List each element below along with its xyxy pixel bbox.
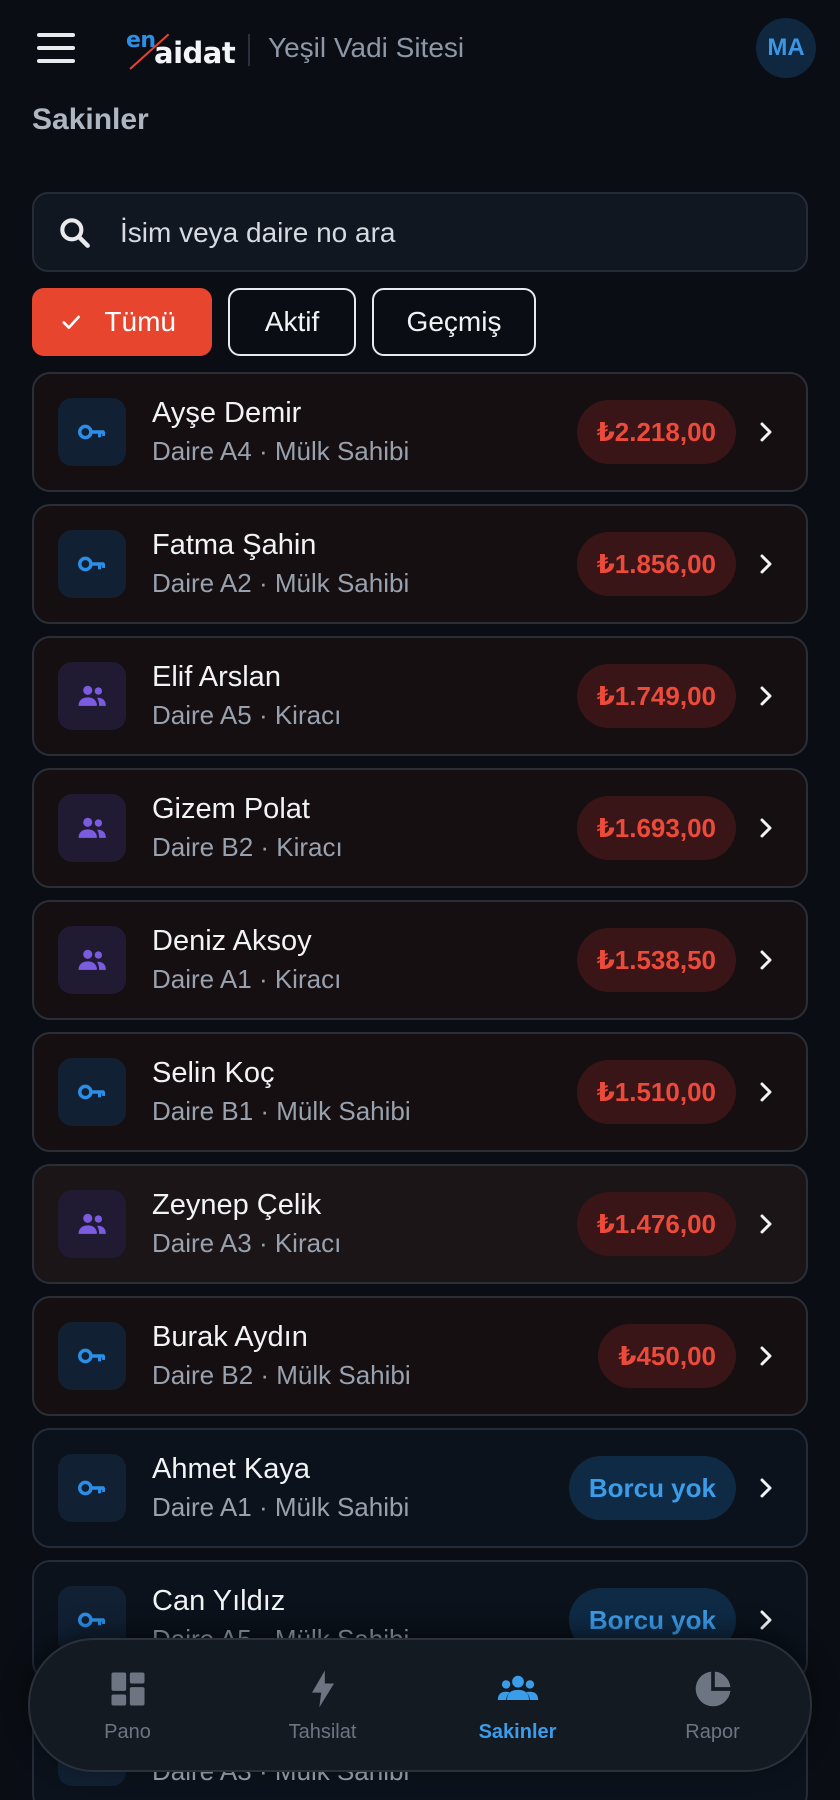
- bolt-icon: [311, 1670, 334, 1707]
- chevron-right-icon: [760, 818, 772, 838]
- resident-name: Zeynep Çelik: [152, 1189, 322, 1221]
- resident-row[interactable]: Selin Koç Daire B1 · Mülk Sahibi ₺1.510,00: [32, 1032, 808, 1152]
- resident-detail: Daire A5 · Kiracı: [152, 700, 342, 730]
- resident-row[interactable]: Fatma Şahin Daire A2 · Mülk Sahibi ₺1.856,…: [32, 504, 808, 624]
- nav-item-rapor[interactable]: Rapor: [623, 1667, 803, 1744]
- chevron-right-icon: [760, 1346, 772, 1366]
- check-icon: [62, 315, 80, 329]
- resident-row[interactable]: Burak Aydın Daire B2 · Mülk Sahibi ₺450,00: [32, 1296, 808, 1416]
- nav-item-tahsilat[interactable]: Tahsilat: [233, 1667, 413, 1744]
- people-icon: [78, 685, 106, 706]
- resident-row[interactable]: Gizem Polat Daire B2 · Kiracı ₺1.693,00: [32, 768, 808, 888]
- filter-active-label: Aktif: [264, 306, 320, 337]
- resident-name: Elif Arslan: [152, 661, 281, 693]
- tenant-badge: [58, 794, 126, 862]
- resident-detail: Daire A1 · Kiracı: [152, 964, 342, 994]
- filter-past-chip[interactable]: Geçmiş: [372, 288, 536, 356]
- resident-name: Burak Aydın: [152, 1321, 308, 1353]
- balance-badge: ₺1.856,00: [576, 532, 736, 596]
- people-icon: [78, 949, 106, 970]
- resident-name: Selin Koç: [152, 1057, 275, 1089]
- resident-row[interactable]: Ayşe Demir Daire A4 · Mülk Sahibi ₺2.218,0…: [32, 372, 808, 492]
- resident-detail: Daire A3 · Kiracı: [152, 1228, 342, 1258]
- bottom-nav: Pano Tahsilat Sakinler Rapor: [28, 1638, 812, 1772]
- balance-badge: Borcu yok: [568, 1456, 736, 1520]
- menu-icon[interactable]: [37, 33, 75, 63]
- key-icon: [78, 1612, 106, 1628]
- site-name[interactable]: Yeşil Vadi Sitesi: [268, 32, 464, 64]
- resident-detail: Daire B2 · Mülk Sahibi: [152, 1360, 411, 1390]
- chevron-right-icon: [760, 686, 772, 706]
- nav-label-rapor: Rapor: [685, 1720, 740, 1743]
- resident-row[interactable]: Ahmet Kaya Daire A1 · Mülk Sahibi Borcu yo…: [32, 1428, 808, 1548]
- resident-name: Ahmet Kaya: [152, 1453, 310, 1485]
- avatar[interactable]: MA: [756, 18, 816, 78]
- owner-badge: [58, 530, 126, 598]
- balance-badge: ₺1.476,00: [576, 1192, 736, 1256]
- resident-row[interactable]: Elif Arslan Daire A5 · Kiracı ₺1.749,00: [32, 636, 808, 756]
- search-input[interactable]: [120, 206, 780, 260]
- nav-item-pano[interactable]: Pano: [38, 1667, 218, 1744]
- nav-label-tahsilat: Tahsilat: [288, 1720, 357, 1743]
- app-logo: en aidat: [126, 28, 236, 70]
- page-title: Sakinler: [32, 103, 149, 136]
- chevron-right-icon: [760, 1478, 772, 1498]
- resident-detail: Daire A4 · Mülk Sahibi: [152, 436, 410, 466]
- resident-detail: Daire B1 · Mülk Sahibi: [152, 1096, 411, 1126]
- resident-detail: Daire A2 · Mülk Sahibi: [152, 568, 410, 598]
- filter-chips: Tümü Aktif Geçmiş: [32, 288, 536, 356]
- chevron-right-icon: [760, 554, 772, 574]
- balance-badge: ₺1.538,50: [576, 928, 736, 992]
- people-icon: [78, 817, 106, 838]
- key-icon: [78, 424, 106, 440]
- balance-badge: ₺450,00: [598, 1324, 736, 1388]
- chevron-right-icon: [760, 1082, 772, 1102]
- app-header: en aidat Yeşil Vadi Sitesi MA: [0, 0, 840, 100]
- balance-badge: ₺1.693,00: [576, 796, 736, 860]
- filter-active-chip[interactable]: Aktif: [228, 288, 356, 356]
- filter-all-label: Tümü: [104, 306, 176, 337]
- key-icon: [78, 1348, 106, 1364]
- search-icon: [60, 218, 90, 248]
- owner-badge: [58, 398, 126, 466]
- resident-name: Deniz Aksoy: [152, 925, 312, 957]
- tenant-badge: [58, 662, 126, 730]
- pie-chart-icon: [695, 1671, 730, 1706]
- chevron-right-icon: [760, 1610, 772, 1630]
- chevron-right-icon: [760, 1214, 772, 1234]
- resident-row[interactable]: Zeynep Çelik Daire A3 · Kiracı ₺1.476,00: [32, 1164, 808, 1284]
- key-icon: [78, 556, 106, 572]
- resident-name: Fatma Şahin: [152, 529, 317, 561]
- resident-detail: Daire A1 · Mülk Sahibi: [152, 1492, 410, 1522]
- resident-row[interactable]: Deniz Aksoy Daire A1 · Kiracı ₺1.538,50: [32, 900, 808, 1020]
- search-box[interactable]: [32, 192, 808, 272]
- resident-detail: Daire B2 · Kiracı: [152, 832, 343, 862]
- header-divider: [248, 34, 250, 66]
- owner-badge: [58, 1058, 126, 1126]
- people-icon: [78, 1213, 106, 1234]
- tenant-badge: [58, 926, 126, 994]
- filter-all-chip[interactable]: Tümü: [32, 288, 212, 356]
- owner-badge: [58, 1454, 126, 1522]
- key-icon: [78, 1480, 106, 1496]
- balance-badge: ₺1.749,00: [576, 664, 736, 728]
- owner-badge: [58, 1322, 126, 1390]
- dashboard-icon: [111, 1672, 144, 1705]
- chevron-right-icon: [760, 950, 772, 970]
- nav-item-sakinler[interactable]: Sakinler: [428, 1667, 608, 1744]
- resident-name: Can Yıldız: [152, 1585, 286, 1617]
- chevron-right-icon: [760, 422, 772, 442]
- people-icon: [497, 1675, 538, 1700]
- nav-label-sakinler: Sakinler: [478, 1720, 557, 1743]
- resident-name: Ayşe Demir: [152, 397, 302, 429]
- key-icon: [78, 1084, 106, 1100]
- nav-label-pano: Pano: [104, 1720, 151, 1743]
- balance-badge: ₺1.510,00: [576, 1060, 736, 1124]
- filter-past-label: Geçmiş: [406, 306, 502, 337]
- balance-badge: ₺2.218,00: [576, 400, 736, 464]
- resident-name: Gizem Polat: [152, 793, 310, 825]
- tenant-badge: [58, 1190, 126, 1258]
